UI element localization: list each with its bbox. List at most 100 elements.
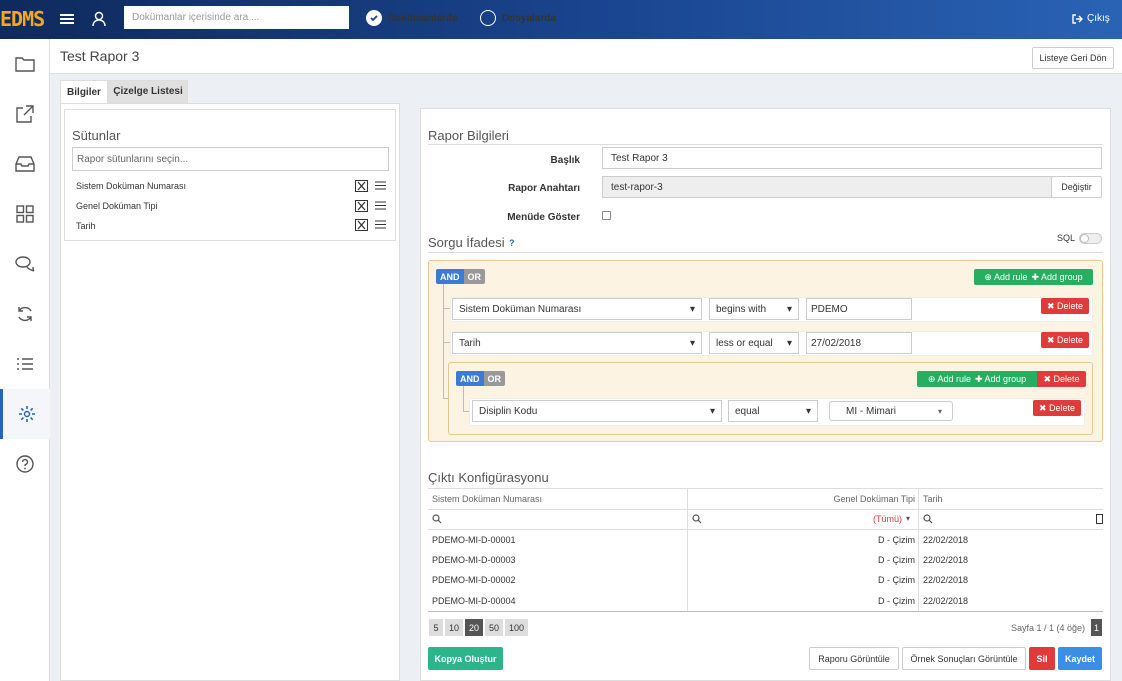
title-input[interactable]: Test Rapor 3 [602, 147, 1102, 169]
add-group-button[interactable]: ✚ Add group [1031, 272, 1082, 283]
show-in-menu-checkbox[interactable] [602, 211, 611, 220]
help-icon [16, 455, 34, 473]
add-rule-button[interactable]: ⊕ Add rule [928, 374, 971, 385]
columns-select-input[interactable]: Rapor sütunlarını seçin... [72, 147, 389, 171]
logout-label: Çıkış [1087, 13, 1110, 24]
report-info-title: Rapor Bilgileri [428, 128, 509, 143]
filter-search-icon [923, 514, 933, 527]
rule-field-select[interactable]: Disiplin Kodu ▾ [472, 400, 722, 422]
back-to-list-button[interactable]: Listeye Geri Dön [1032, 47, 1114, 69]
grid-header-doc-number[interactable]: Sistem Doküman Numarası [432, 494, 542, 504]
caret-down-icon: ▾ [786, 303, 792, 315]
query-title: Sorgu İfadesi [428, 235, 505, 250]
inbox-icon [15, 156, 35, 172]
or-toggle[interactable]: OR [463, 269, 485, 284]
page-size-100[interactable]: 100 [505, 619, 528, 636]
tab-info[interactable]: Bilgiler [60, 80, 108, 103]
remove-column-icon[interactable] [355, 200, 368, 212]
delete-group-button[interactable]: ✖ Delete [1037, 371, 1086, 387]
doc-number-filter-input[interactable] [444, 511, 684, 527]
view-samples-button[interactable]: Örnek Sonuçları Görüntüle [902, 647, 1026, 670]
grid-header-date[interactable]: Tarih [923, 494, 943, 504]
delete-report-button[interactable]: Sil [1029, 647, 1055, 670]
page-size-10[interactable]: 10 [445, 619, 463, 636]
delete-rule-button[interactable]: ✖ Delete [1041, 332, 1089, 348]
rule-value-input[interactable]: PDEMO [806, 298, 912, 320]
output-grid [428, 488, 1103, 613]
query-help-icon[interactable]: ? [509, 238, 515, 248]
gear-icon [18, 406, 35, 422]
sidebar-item-sync[interactable] [0, 289, 50, 339]
close-icon: ✖ [1046, 334, 1055, 345]
app-logo[interactable]: EDMS [0, 8, 50, 30]
and-toggle[interactable]: AND [436, 269, 464, 284]
remove-column-icon[interactable] [355, 180, 368, 192]
sidebar-item-share[interactable] [0, 89, 50, 139]
radio-label: Dosyalarda [502, 12, 556, 24]
sidebar-item-help[interactable] [0, 439, 50, 489]
sql-toggle[interactable] [1079, 233, 1102, 244]
grid-cell: PDEMO-MI-D-00002 [432, 575, 516, 585]
page-size-50[interactable]: 50 [485, 619, 503, 636]
add-rule-group-buttons: ⊕ Add rule ✚ Add group [974, 269, 1093, 285]
add-group-button[interactable]: ✚ Add group [975, 374, 1026, 385]
grid-header-doc-type[interactable]: Genel Doküman Tipi [690, 494, 915, 504]
view-report-button[interactable]: Raporu Görüntüle [809, 647, 899, 670]
sidebar-item-list[interactable] [0, 339, 50, 389]
rule-field-select[interactable]: Tarih ▾ [452, 332, 702, 354]
menu-toggle-icon[interactable] [60, 12, 74, 26]
sidebar [0, 39, 50, 681]
rule-operator-select[interactable]: equal ▾ [728, 400, 818, 422]
rule-value-input[interactable]: 27/02/2018 [806, 332, 912, 354]
change-key-button[interactable]: Değiştir [1051, 176, 1102, 198]
sidebar-item-dashboard[interactable] [0, 189, 50, 239]
close-icon: ✖ [1038, 402, 1047, 413]
radio-search-documents[interactable]: Dokümanlarda [366, 9, 457, 27]
delete-rule-button[interactable]: ✖ Delete [1041, 298, 1089, 314]
logout-link[interactable]: Çıkış [1072, 13, 1110, 24]
and-toggle[interactable]: AND [456, 371, 484, 386]
rule-operator-select[interactable]: less or equal ▾ [709, 332, 799, 354]
page-size-5[interactable]: 5 [429, 619, 443, 636]
column-options-icon[interactable] [375, 201, 386, 213]
report-key-input: test-rapor-3 [602, 176, 1052, 198]
copy-button[interactable]: Kopya Oluştur [428, 647, 503, 670]
sidebar-item-folders[interactable] [0, 39, 50, 89]
grid-cell: PDEMO-MI-D-00004 [432, 596, 516, 606]
caret-down-icon[interactable]: ▾ [906, 514, 910, 523]
global-search-input[interactable] [124, 6, 349, 29]
sidebar-item-settings[interactable] [0, 389, 50, 439]
checked-radio-icon [366, 10, 382, 26]
page-number-1[interactable]: 1 [1091, 619, 1102, 636]
rule-value-select[interactable]: MI - Mimari ▾ [829, 401, 953, 421]
page-size-20[interactable]: 20 [465, 619, 483, 636]
grid-cell: D - Çizim [878, 575, 915, 585]
delete-rule-button[interactable]: ✖ Delete [1033, 400, 1081, 416]
grid-cell: D - Çizim [878, 596, 915, 606]
user-icon[interactable] [92, 11, 106, 27]
column-options-icon[interactable] [375, 220, 386, 232]
remove-column-icon[interactable] [355, 219, 368, 231]
save-button[interactable]: Kaydet [1058, 647, 1102, 670]
add-rule-button[interactable]: ⊕ Add rule [984, 272, 1027, 283]
rule-operator-select[interactable]: begins with ▾ [709, 298, 799, 320]
grid-cell: 22/02/2018 [923, 575, 969, 585]
or-toggle[interactable]: OR [483, 371, 505, 386]
sidebar-item-messages[interactable] [0, 239, 50, 289]
page-title: Test Rapor 3 [60, 48, 140, 64]
title-label: Başlık [550, 155, 580, 166]
rule-field-select[interactable]: Sistem Doküman Numarası ▾ [452, 298, 702, 320]
sidebar-item-inbox[interactable] [0, 139, 50, 189]
folder-icon [15, 57, 35, 72]
sql-label: SQL [1057, 233, 1076, 243]
doc-type-filter-select[interactable]: (Tümü) [790, 514, 902, 524]
column-options-icon[interactable] [375, 181, 386, 193]
plus-icon: ⊕ [927, 373, 936, 384]
calendar-icon[interactable] [1096, 514, 1103, 524]
column-item-label: Genel Doküman Tipi [76, 201, 158, 211]
tab-schedule-list[interactable]: Çizelge Listesi [108, 80, 188, 103]
caret-down-icon: ▾ [689, 303, 695, 315]
unchecked-radio-icon [480, 10, 496, 26]
radio-search-files[interactable]: Dosyalarda [480, 9, 556, 27]
filter-search-icon [432, 514, 442, 527]
